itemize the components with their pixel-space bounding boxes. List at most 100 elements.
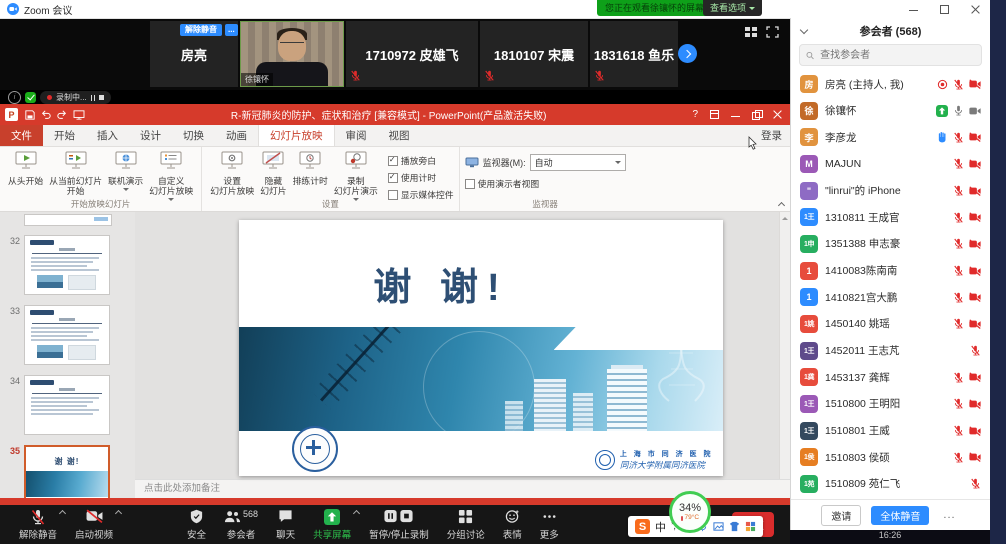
participant-row[interactable]: 1王1510801 王威: [791, 418, 990, 444]
participant-row[interactable]: 1王1452011 王志芃: [791, 338, 990, 364]
close-button[interactable]: [971, 5, 980, 14]
participant-row[interactable]: 徐徐镶怀: [791, 98, 990, 124]
participant-row[interactable]: 11410083陈南南: [791, 258, 990, 284]
stop-recording-icon[interactable]: [99, 95, 104, 100]
use-timings-checkbox[interactable]: 使用计时: [388, 171, 454, 184]
redo-icon[interactable]: [57, 110, 67, 120]
chevron-up-icon[interactable]: [60, 509, 66, 515]
view-options-button[interactable]: 查看选项: [703, 0, 762, 16]
thumbnail-card[interactable]: [24, 305, 110, 365]
ppt-close-button[interactable]: [773, 110, 782, 119]
participant-row[interactable]: 11410821宫大鹏: [791, 284, 990, 310]
toolbar-cam-button[interactable]: 启动视频: [66, 505, 122, 544]
ribbon-tab-7[interactable]: 审阅: [335, 125, 378, 146]
slide-thumbnail[interactable]: 34: [4, 375, 135, 435]
encryption-shield-icon[interactable]: [25, 92, 36, 103]
sogou-logo-icon[interactable]: S: [635, 519, 650, 534]
unmute-button[interactable]: 解除静音: [180, 24, 222, 36]
ppt-restore-button[interactable]: [752, 110, 761, 119]
setup-slideshow-button[interactable]: 设置 幻灯片放映: [207, 150, 257, 197]
from-current-slide-button[interactable]: 从当前幻灯片 开始: [46, 150, 105, 197]
participant-name-tile[interactable]: 1710972 皮雄飞: [346, 21, 478, 87]
tile-more-button[interactable]: ...: [225, 24, 238, 36]
ribbon-tab-2[interactable]: 插入: [86, 125, 129, 146]
slide-thumbnail[interactable]: 32: [4, 235, 135, 295]
ppt-minimize-button[interactable]: [731, 110, 740, 119]
participant-name-tile[interactable]: 1810107 宋震: [480, 21, 588, 87]
from-beginning-button[interactable]: 从头开始: [5, 150, 46, 187]
slide-thumbnail[interactable]: 35谢 谢!: [4, 445, 135, 498]
rehearse-timings-button[interactable]: 排练计时: [290, 150, 331, 187]
ribbon-tab-1[interactable]: 开始: [43, 125, 86, 146]
participant-row[interactable]: 1侯1510803 侯硕: [791, 444, 990, 470]
toolbar-chat-button[interactable]: 聊天: [267, 505, 304, 544]
custom-slideshow-button[interactable]: 自定义 幻灯片放映: [146, 150, 196, 204]
participant-name-tile[interactable]: 1831618 鱼乐: [590, 21, 678, 87]
play-narrations-checkbox[interactable]: 播放旁白: [388, 154, 454, 167]
present-online-button[interactable]: 联机演示: [105, 150, 146, 194]
record-slideshow-button[interactable]: 录制 幻灯片演示: [331, 150, 381, 204]
participant-row[interactable]: 1王1310811 王成官: [791, 204, 990, 230]
invite-button[interactable]: 邀请: [821, 505, 861, 526]
undo-icon[interactable]: [41, 110, 51, 120]
ribbon-tab-file[interactable]: 文件: [0, 125, 43, 146]
search-input[interactable]: [818, 49, 975, 62]
monitor-dropdown[interactable]: 自动: [530, 154, 626, 171]
mute-all-button[interactable]: 全体静音: [871, 506, 929, 525]
toolbar-people-button[interactable]: 568参会者: [215, 505, 267, 544]
participant-row[interactable]: 1苑1510809 苑仁飞: [791, 471, 990, 497]
toolbar-shield-button[interactable]: 安全: [178, 505, 215, 544]
toolbar-mic-button[interactable]: 解除静音: [10, 505, 66, 544]
participant-row[interactable]: 李李彦龙: [791, 124, 990, 150]
more-options-button[interactable]: ...: [939, 509, 959, 521]
ribbon-tab-3[interactable]: 设计: [129, 125, 172, 146]
participant-row[interactable]: 1姚1450140 姚瑶: [791, 311, 990, 337]
slide-thumbnail[interactable]: 33: [4, 305, 135, 365]
save-icon[interactable]: [25, 110, 35, 120]
participant-row[interactable]: 1王1510800 王明阳: [791, 391, 990, 417]
ribbon-options-button[interactable]: [710, 110, 719, 119]
input-mode-icon[interactable]: 中: [655, 519, 666, 535]
participant-row[interactable]: 1申1351388 申志豪: [791, 231, 990, 257]
performance-badge[interactable]: 34% 79°C: [669, 491, 711, 533]
participant-row[interactable]: MMAJUN: [791, 151, 990, 177]
participant-row[interactable]: 房房亮 (主持人, 我): [791, 71, 990, 97]
info-icon[interactable]: i: [8, 91, 21, 104]
ribbon-tab-8[interactable]: 视图: [378, 125, 421, 146]
toolbar-pause-stop-button[interactable]: 暂停/停止录制: [360, 505, 438, 544]
thumbnail-card[interactable]: [24, 375, 110, 435]
toolbar-more-button[interactable]: 更多: [531, 505, 568, 544]
hide-slide-button[interactable]: 隐藏 幻灯片: [257, 150, 289, 197]
toolbar-reactions-button[interactable]: 表情: [494, 505, 531, 544]
participant-search[interactable]: [799, 44, 982, 66]
minimize-button[interactable]: [909, 5, 918, 14]
pause-recording-icon[interactable]: [91, 95, 96, 101]
toolbar-share-screen-button[interactable]: 共享屏幕: [304, 505, 360, 544]
collapse-ribbon-button[interactable]: [778, 201, 785, 208]
video-tile[interactable]: 徐镶怀: [240, 21, 344, 87]
participant-row[interactable]: ""linrui"的 iPhone: [791, 178, 990, 204]
slideshow-icon[interactable]: [73, 110, 85, 120]
fullscreen-icon[interactable]: [766, 26, 779, 38]
skin-icon[interactable]: [729, 521, 740, 532]
toolbar-breakout-button[interactable]: 分组讨论: [438, 505, 494, 544]
ribbon-tab-6[interactable]: 幻灯片放映: [258, 125, 335, 146]
chevron-up-icon[interactable]: [354, 509, 360, 515]
toolbox-icon[interactable]: [745, 521, 756, 532]
participant-name-tile[interactable]: 房亮解除静音...: [150, 21, 238, 87]
signin-link[interactable]: 登录: [761, 125, 782, 146]
chevron-down-icon[interactable]: [800, 27, 807, 34]
presenter-view-checkbox[interactable]: 使用演示者视图: [465, 177, 626, 190]
next-participants-button[interactable]: [678, 44, 697, 63]
thumbnail-card[interactable]: [24, 235, 110, 295]
maximize-button[interactable]: [940, 5, 949, 14]
ribbon-tab-5[interactable]: 动画: [215, 125, 258, 146]
chevron-up-icon[interactable]: [116, 509, 122, 515]
thumbnail-card[interactable]: 谢 谢!: [24, 445, 110, 498]
help-button[interactable]: ?: [692, 110, 698, 119]
screenshot-icon[interactable]: [713, 521, 724, 532]
canvas-scrollbar[interactable]: [779, 212, 790, 479]
slide-thumbnail-partial[interactable]: [24, 214, 112, 226]
ribbon-tab-4[interactable]: 切换: [172, 125, 215, 146]
participant-row[interactable]: 1龚1453137 龚辉: [791, 364, 990, 390]
